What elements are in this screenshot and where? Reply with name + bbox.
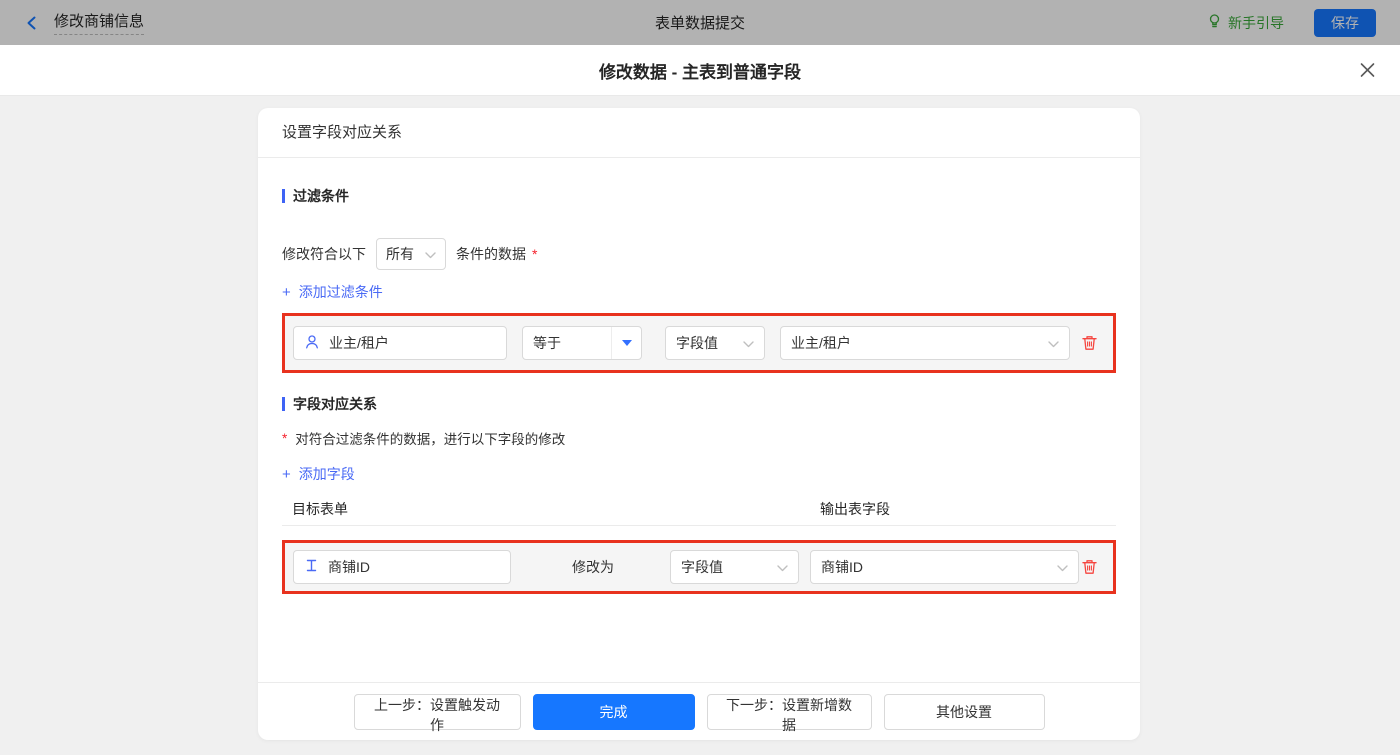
mapping-row: 商铺ID 修改为 字段值 商铺ID xyxy=(282,540,1116,594)
beginner-guide-label: 新手引导 xyxy=(1228,14,1284,31)
delete-row-icon[interactable] xyxy=(1081,334,1098,352)
section-bar-icon xyxy=(282,189,285,203)
filter-prefix-label: 修改符合以下 xyxy=(282,246,366,262)
mapping-description: * 对符合过滤条件的数据，进行以下字段的修改 xyxy=(282,430,566,448)
value-type-select[interactable]: 字段值 xyxy=(665,326,765,360)
filter-condition-line: 修改符合以下 所有 条件的数据 * xyxy=(282,238,1116,270)
back-icon[interactable] xyxy=(24,15,40,31)
close-icon[interactable] xyxy=(1359,62,1376,79)
delete-row-icon[interactable] xyxy=(1081,558,1098,576)
chevron-down-icon xyxy=(777,559,788,575)
beginner-guide-link[interactable]: 新手引导 xyxy=(1207,13,1284,33)
plus-icon: + xyxy=(282,283,291,301)
card-footer: 上一步：设置触发动作 完成 下一步：设置新增数据 其他设置 xyxy=(258,682,1140,740)
page-title: 表单数据提交 xyxy=(654,15,746,32)
mapping-table-headers: 目标表单 输出表字段 xyxy=(282,499,1116,526)
save-button[interactable]: 保存 xyxy=(1314,8,1376,37)
condition-mode-select[interactable]: 所有 xyxy=(376,238,446,270)
required-mark: * xyxy=(532,246,538,262)
caret-down-icon xyxy=(611,327,641,359)
filter-field-input[interactable]: 业主/租户 xyxy=(293,326,507,360)
value-select[interactable]: 业主/租户 xyxy=(780,326,1070,360)
filter-section-title: 过滤条件 xyxy=(282,186,1116,206)
add-filter-condition-link[interactable]: + 添加过滤条件 xyxy=(282,282,383,302)
settings-card: 设置字段对应关系 过滤条件 修改符合以下 所有 条件的数据 * + 添加过滤条件… xyxy=(258,108,1140,740)
chevron-down-icon xyxy=(743,335,754,351)
prev-step-button[interactable]: 上一步：设置触发动作 xyxy=(353,693,521,733)
target-field-input[interactable]: 商铺ID xyxy=(293,550,511,584)
filter-row: 业主/租户 等于 字段值 业主/租户 xyxy=(282,313,1116,373)
add-field-link[interactable]: + 添加字段 xyxy=(282,464,355,484)
modal-body: 设置字段对应关系 过滤条件 修改符合以下 所有 条件的数据 * + 添加过滤条件… xyxy=(0,96,1400,755)
next-step-button[interactable]: 下一步：设置新增数据 xyxy=(706,693,872,733)
workflow-title[interactable]: 修改商铺信息 xyxy=(54,10,145,35)
target-form-header: 目标表单 xyxy=(292,501,348,517)
lightbulb-icon xyxy=(1207,13,1222,32)
modal-title: 修改数据 - 主表到普通字段 xyxy=(598,62,802,82)
required-mark: * xyxy=(282,430,288,446)
operator-select[interactable]: 等于 xyxy=(522,326,642,360)
chevron-down-icon xyxy=(425,246,436,262)
output-field-select[interactable]: 商铺ID xyxy=(810,550,1079,584)
output-field-header: 输出表字段 xyxy=(820,501,890,517)
other-settings-button[interactable]: 其他设置 xyxy=(883,693,1045,730)
filter-suffix-label: 条件的数据 xyxy=(456,246,526,262)
card-header: 设置字段对应关系 xyxy=(258,108,1140,158)
text-field-icon xyxy=(304,558,319,576)
top-bar: 修改商铺信息 表单数据提交 新手引导 保存 xyxy=(0,0,1400,45)
plus-icon: + xyxy=(282,465,291,483)
modify-to-label: 修改为 xyxy=(572,559,614,575)
chevron-down-icon xyxy=(1048,335,1059,351)
modal-header: 修改数据 - 主表到普通字段 xyxy=(0,45,1400,96)
done-button[interactable]: 完成 xyxy=(532,693,695,730)
section-bar-icon xyxy=(282,397,285,411)
mapping-section-title: 字段对应关系 xyxy=(282,394,1116,414)
chevron-down-icon xyxy=(1057,559,1068,575)
user-icon xyxy=(304,334,320,353)
value-type-select[interactable]: 字段值 xyxy=(670,550,799,584)
